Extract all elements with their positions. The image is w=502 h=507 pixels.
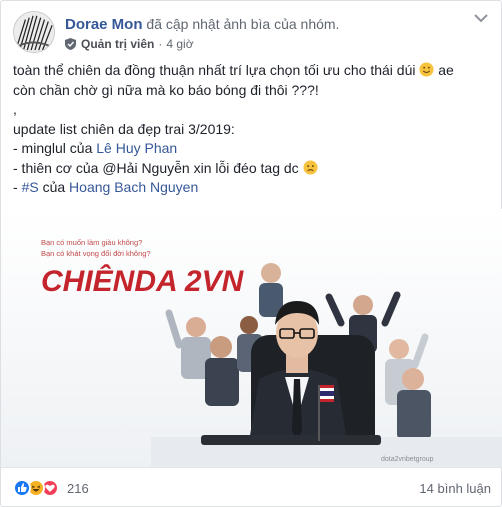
text-line-7-prefix: - (13, 179, 22, 195)
text-line-6-content: - thiên cơ của @Hải Nguyễn xin lỗi đéo t… (13, 159, 299, 176)
text-line-7: - #S của Hoang Bach Nguyen (13, 178, 493, 198)
comment-count[interactable]: 14 bình luận (419, 481, 491, 496)
text-line-3: , (13, 101, 17, 117)
post-header: Dorae Mon đã cập nhật ảnh bìa của nhóm. … (13, 11, 489, 55)
author-name[interactable]: Dorae Mon (65, 16, 143, 33)
feed-post: Dorae Mon đã cập nhật ảnh bìa của nhóm. … (0, 0, 502, 507)
mention-link-le-huy-phan[interactable]: Lê Huy Phan (96, 140, 177, 156)
like-icon (13, 479, 31, 497)
text-line-1: toàn thể chiên da đồng thuận nhất trí lự… (13, 61, 493, 81)
header-line: Dorae Mon đã cập nhật ảnh bìa của nhóm. (65, 16, 339, 33)
post-meta: Quản trị viên · 4 giờ (65, 37, 194, 51)
role-label[interactable]: Quản trị viên (81, 37, 154, 51)
text-line-1-tail: ae (438, 62, 454, 78)
mention-link-hoang-bach-nguyen[interactable]: Hoang Bach Nguyen (69, 179, 198, 195)
person-back-center (259, 263, 283, 317)
reaction-count[interactable]: 216 (67, 481, 89, 496)
hashtag-link[interactable]: #S (22, 179, 39, 195)
post-options-button[interactable] (473, 13, 489, 23)
post-text: toàn thể chiên da đồng thuận nhất trí lự… (13, 61, 493, 198)
text-line-6: - thiên cơ của @Hải Nguyễn xin lỗi đéo t… (13, 159, 493, 179)
avatar-image (14, 12, 54, 52)
cover-photo[interactable]: Bạn có muốn làm giàu không? Bạn có khát … (1, 209, 502, 467)
group-avatar[interactable] (13, 11, 55, 53)
chevron-down-icon (474, 14, 488, 23)
cover-title: CHIÊNDA 2VN (41, 264, 245, 298)
cover-photo-illustration: Bạn có muốn làm giàu không? Bạn có khát … (1, 209, 502, 467)
action-text: đã cập nhật ảnh bìa của nhóm. (146, 16, 340, 32)
smile-emoji-icon (419, 62, 434, 77)
text-line-5: - minglul của Lê Huy Phan (13, 139, 493, 159)
meta-separator: · (158, 37, 163, 51)
reactions-bar: 216 14 bình luận (1, 467, 502, 507)
text-line-4: update list chiên da đẹp trai 3/2019: (13, 120, 235, 137)
text-line-2: còn chần chờ gì nữa mà ko báo bóng đi th… (13, 81, 319, 98)
reaction-icons[interactable] (13, 479, 59, 497)
text-line-7-mid: của (38, 179, 70, 195)
cover-tagline-2: Bạn có khát vọng đổi đời không? (41, 249, 151, 258)
shield-icon (65, 38, 76, 50)
sad-emoji-icon (303, 159, 318, 175)
text-line-5-prefix: - minglul của (13, 140, 97, 156)
cover-tagline-1: Bạn có muốn làm giàu không? (41, 238, 142, 247)
cover-watermark: dota2vnbetgroup (381, 456, 434, 463)
timestamp[interactable]: 4 giờ (166, 37, 193, 51)
text-line-1-content: toàn thể chiên da đồng thuận nhất trí lự… (13, 62, 416, 78)
desk-arm (201, 435, 381, 445)
